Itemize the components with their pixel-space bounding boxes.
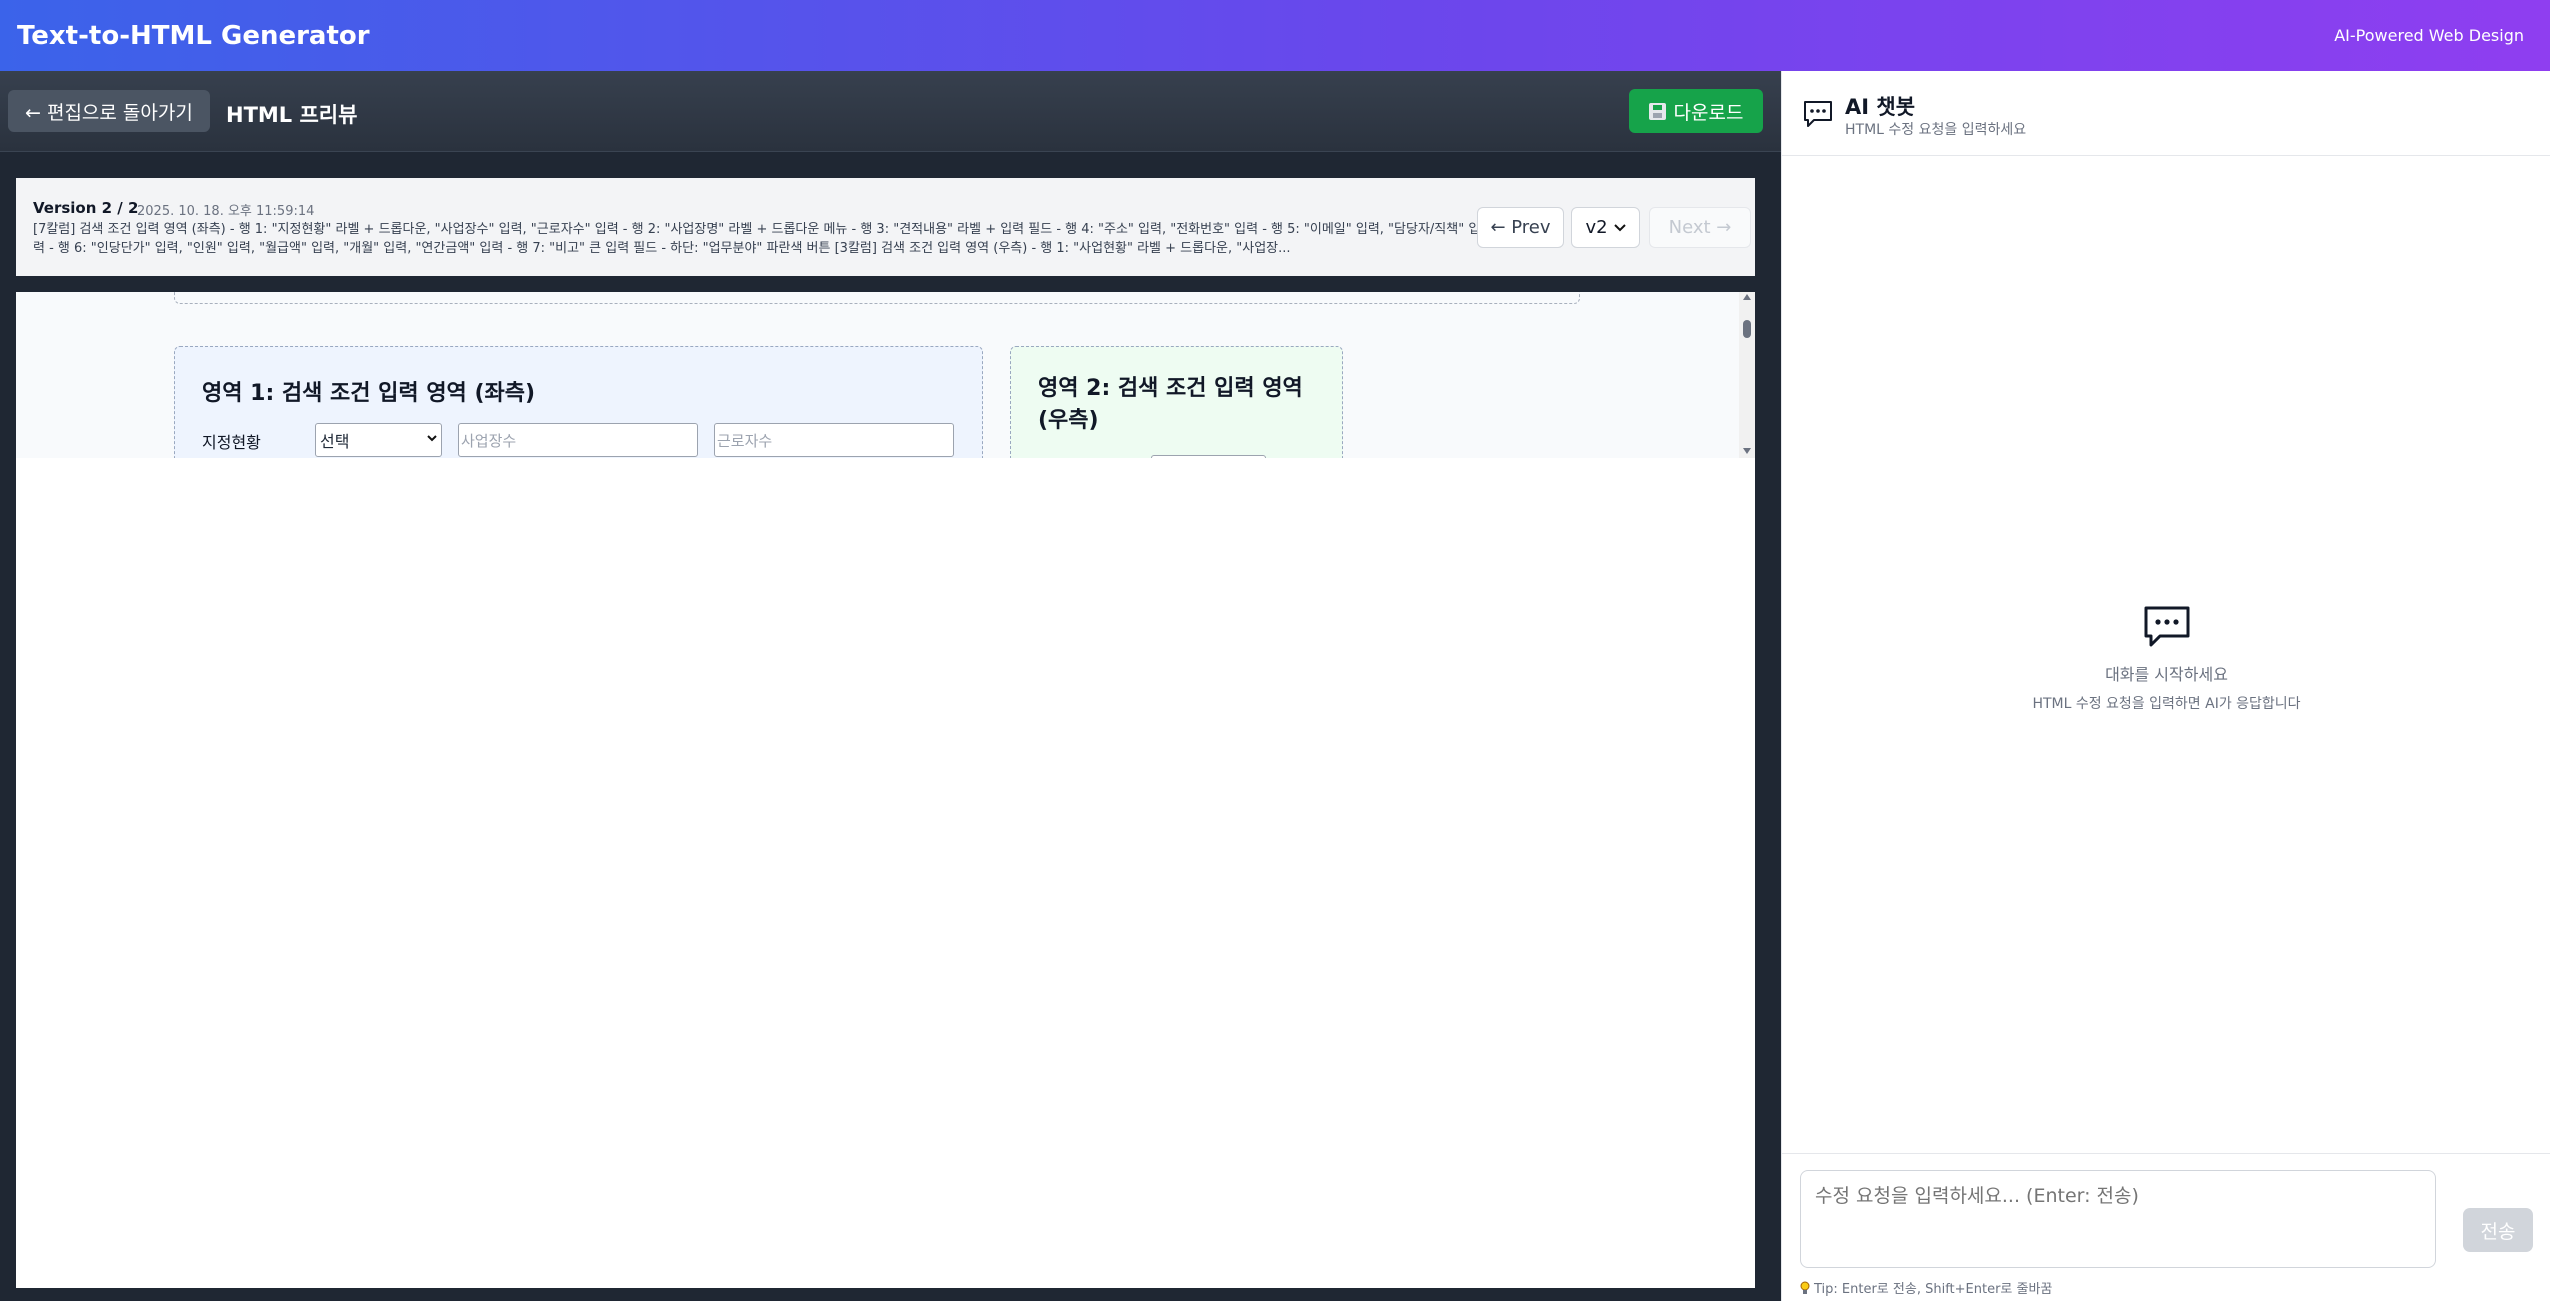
preview-scrollbar[interactable] bbox=[1739, 292, 1755, 458]
chat-subtitle: HTML 수정 요청을 입력하세요 bbox=[1845, 122, 2027, 138]
chevron-down-icon bbox=[427, 435, 437, 442]
preview-top-section bbox=[174, 292, 1580, 304]
region1-title: 영역 1: 검색 조건 입력 영역 (좌측) bbox=[202, 381, 536, 406]
workplaces-input[interactable]: 사업장수 bbox=[458, 423, 698, 457]
app-header: Text-to-HTML Generator AI-Powered Web De… bbox=[0, 0, 2550, 71]
workers-input[interactable]: 근로자수 bbox=[714, 423, 954, 457]
version-description: [7칼럼] 검색 조건 입력 영역 (좌측) - 행 1: "지정현황" 라벨 … bbox=[33, 222, 1481, 256]
empty-state-title: 대화를 시작하세요 bbox=[2105, 665, 2228, 684]
app-tagline: AI-Powered Web Design bbox=[2334, 26, 2524, 45]
chevron-down-icon bbox=[1613, 223, 1626, 231]
chat-pane: AI 챗봇 HTML 수정 요청을 입력하세요 대화를 시작하세요 HTML 수… bbox=[1781, 71, 2550, 1301]
version-label: Version 2 / 2 bbox=[33, 199, 139, 217]
chat-input-area: 전송 Tip: Enter로 전송, Shift+Enter로 줄바꿈 bbox=[1782, 1153, 2550, 1301]
scroll-down-arrow-icon[interactable] bbox=[1743, 448, 1751, 454]
preview-iframe[interactable]: 영역 1: 검색 조건 입력 영역 (좌측) 지정현황 선택 사업장수 근로자수… bbox=[16, 292, 1755, 1288]
chat-tip-text: Tip: Enter로 전송, Shift+Enter로 줄바꿈 bbox=[1814, 1282, 2053, 1297]
send-button[interactable]: 전송 bbox=[2463, 1208, 2533, 1252]
region2-panel: 영역 2: 검색 조건 입력 영역 (우측) bbox=[1010, 346, 1343, 458]
region2-title: 영역 2: 검색 조건 입력 영역 (우측) bbox=[1038, 376, 1303, 433]
chat-bubble-icon bbox=[2144, 606, 2189, 647]
prev-version-button[interactable]: ← Prev bbox=[1477, 207, 1564, 248]
chat-tip: Tip: Enter로 전송, Shift+Enter로 줄바꿈 bbox=[1800, 1278, 2052, 1297]
chat-bubble-icon bbox=[1804, 101, 1832, 127]
app-title: Text-to-HTML Generator bbox=[17, 20, 370, 51]
row1-label: 지정현황 bbox=[202, 433, 261, 452]
next-version-button[interactable]: Next → bbox=[1649, 207, 1751, 248]
save-icon bbox=[1648, 102, 1666, 120]
status-select-value: 선택 bbox=[320, 432, 350, 451]
region2-field[interactable] bbox=[1151, 455, 1266, 458]
back-to-edit-button[interactable]: ← 편집으로 돌아가기 bbox=[8, 90, 210, 132]
chat-empty-state: 대화를 시작하세요 HTML 수정 요청을 입력하면 AI가 응답합니다 bbox=[1782, 605, 2550, 713]
lightbulb-icon bbox=[1800, 1281, 1810, 1294]
version-bar: Version 2 / 2 2025. 10. 18. 오후 11:59:14 … bbox=[16, 178, 1755, 276]
scroll-up-arrow-icon[interactable] bbox=[1743, 294, 1751, 300]
empty-state-subtitle: HTML 수정 요청을 입력하면 AI가 응답합니다 bbox=[2032, 696, 2301, 712]
status-select[interactable]: 선택 bbox=[315, 423, 442, 457]
preview-toolbar: ← 편집으로 돌아가기 HTML 프리뷰 다운로드 bbox=[0, 71, 1781, 152]
preview-pane: ← 편집으로 돌아가기 HTML 프리뷰 다운로드 Version 2 / 2 … bbox=[0, 71, 1781, 1301]
region1-panel: 영역 1: 검색 조건 입력 영역 (좌측) 지정현황 선택 사업장수 근로자수 bbox=[174, 346, 983, 458]
version-select[interactable]: v2 bbox=[1571, 207, 1640, 248]
chat-header: AI 챗봇 HTML 수정 요청을 입력하세요 bbox=[1782, 71, 2550, 156]
download-label: 다운로드 bbox=[1673, 101, 1744, 124]
version-date: 2025. 10. 18. 오후 11:59:14 bbox=[137, 204, 315, 219]
preview-viewport: 영역 1: 검색 조건 입력 영역 (좌측) 지정현황 선택 사업장수 근로자수… bbox=[16, 292, 1755, 458]
chat-title: AI 챗봇 bbox=[1845, 95, 1916, 119]
preview-title: HTML 프리뷰 bbox=[226, 103, 358, 127]
scroll-thumb[interactable] bbox=[1743, 320, 1751, 338]
download-button[interactable]: 다운로드 bbox=[1629, 89, 1763, 133]
chat-message-input[interactable] bbox=[1800, 1170, 2436, 1268]
version-select-value: v2 bbox=[1585, 217, 1608, 238]
